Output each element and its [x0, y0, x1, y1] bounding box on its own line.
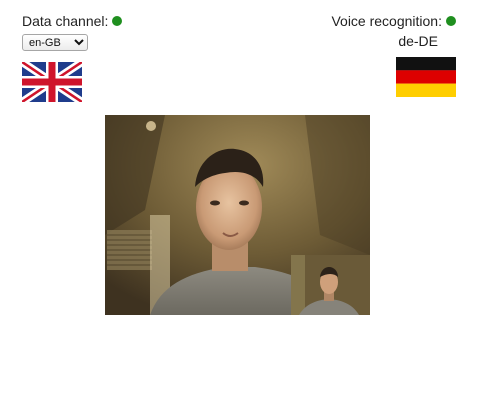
- voice-recognition-panel: Voice recognition: de-DE: [276, 12, 456, 97]
- voice-recognition-label: Voice recognition:: [331, 13, 442, 29]
- language-select[interactable]: en-GB: [22, 34, 88, 51]
- remote-video-feed: [105, 115, 370, 315]
- data-channel-panel: Data channel: en-GB: [22, 12, 182, 102]
- voice-recognition-status-dot: [446, 16, 456, 26]
- voice-recognition-status: Voice recognition:: [276, 12, 456, 30]
- local-video-preview: [291, 255, 370, 315]
- data-channel-status-dot: [112, 16, 123, 26]
- germany-flag-icon: [396, 57, 456, 97]
- uk-flag-icon: [22, 62, 82, 102]
- data-channel-status: Data channel:: [22, 12, 182, 30]
- voice-recognition-language: de-DE: [398, 33, 438, 49]
- data-channel-label: Data channel:: [22, 13, 109, 29]
- local-video-image: [291, 255, 370, 315]
